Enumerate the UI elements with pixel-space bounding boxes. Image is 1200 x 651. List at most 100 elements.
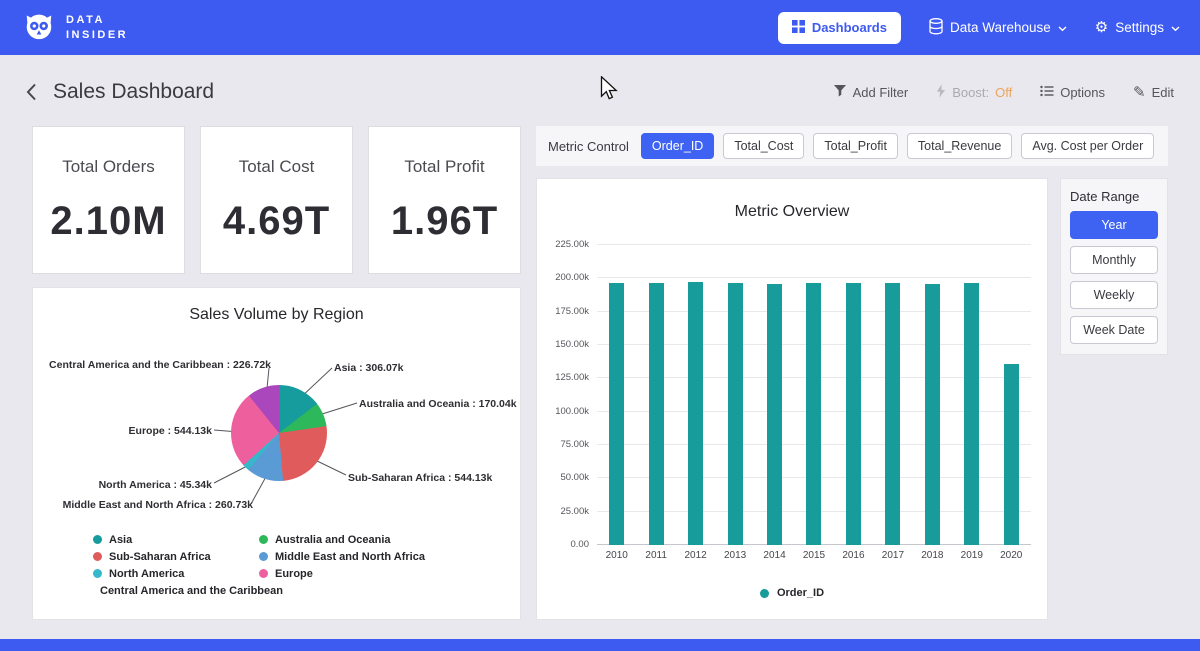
pie-slice-label: Australia and Oceania : 170.04k [359,398,517,410]
metric-control-bar: Metric Control Order_ID Total_Cost Total… [536,126,1168,166]
pie-legend-item: Australia and Oceania [259,531,425,548]
options-button[interactable]: Options [1040,85,1105,100]
bar-slot [597,245,636,545]
metric-overview-panel: Metric Overview 0.0025.00k50.00k75.00k10… [536,178,1048,620]
date-range-monthly-button[interactable]: Monthly [1070,246,1158,274]
funnel-icon [833,84,847,100]
metric-button-total-revenue[interactable]: Total_Revenue [907,133,1012,159]
bars [597,245,1031,545]
y-tick-label: 100.00k [555,406,589,417]
legend-label: Australia and Oceania [275,534,391,546]
metric-button-avg-cost-per-order[interactable]: Avg. Cost per Order [1021,133,1154,159]
bar-2019 [964,283,979,545]
boost-status: Off [995,85,1012,100]
y-tick-label: 175.00k [555,306,589,317]
bar-slot [755,245,794,545]
date-range-year-button[interactable]: Year [1070,211,1158,239]
pie-slice-label: Sub-Saharan Africa : 544.13k [348,472,492,484]
legend-dot [93,535,102,544]
metric-button-order-id[interactable]: Order_ID [641,133,714,159]
chevron-down-icon [1058,20,1067,35]
x-tick-label: 2017 [873,550,912,561]
bar-slot [636,245,675,545]
legend-label: Europe [275,568,313,580]
x-tick-label: 2018 [913,550,952,561]
kpi-value: 1.96T [391,199,498,244]
pie-slice-label: Europe : 544.13k [129,425,212,437]
boost-toggle[interactable]: Boost: Off [936,84,1012,101]
y-tick-label: 200.00k [555,272,589,283]
y-axis: 0.0025.00k50.00k75.00k100.00k125.00k150.… [547,245,597,545]
add-filter-button[interactable]: Add Filter [833,84,909,100]
kpi-value: 2.10M [50,199,166,244]
kpi-label: Total Profit [404,157,484,177]
pie-legend-item: Middle East and North Africa [259,548,425,565]
legend-dot [259,535,268,544]
legend-dot [259,552,268,561]
kpi-total-orders: Total Orders 2.10M [32,126,185,274]
legend-label: Order_ID [777,587,824,599]
brand: DATA INSIDER [22,0,128,55]
bar-2013 [728,283,743,545]
metric-button-total-cost[interactable]: Total_Cost [723,133,804,159]
legend-dot [93,552,102,561]
date-range-week-date-button[interactable]: Week Date [1070,316,1158,344]
bar-2017 [885,283,900,545]
bolt-icon [936,84,946,101]
kpi-label: Total Cost [239,157,315,177]
legend-dot [760,589,769,598]
bar-slot [834,245,873,545]
bar-slot [952,245,991,545]
x-tick-label: 2010 [597,550,636,561]
pie-legend-item: Europe [259,565,425,582]
bar-slot [794,245,833,545]
x-tick-label: 2015 [794,550,833,561]
pie-chart: Asia : 306.07kAustralia and Oceania : 17… [33,341,522,531]
bar-2010 [609,283,624,545]
bar-slot [992,245,1031,545]
nav-dashboards-button[interactable]: Dashboards [778,12,901,44]
pie-legend-item: Sub-Saharan Africa [93,548,259,565]
legend-label: North America [109,568,184,580]
bar-slot [715,245,754,545]
date-range-label: Date Range [1070,189,1158,204]
bar-2018 [925,284,940,545]
y-tick-label: 75.00k [560,439,589,450]
pie-chart-title: Sales Volume by Region [33,306,520,324]
pencil-icon: ✎ [1133,83,1146,101]
x-tick-label: 2020 [992,550,1031,561]
list-icon [1040,85,1054,100]
bar-chart-legend: Order_ID [537,587,1047,599]
kpi-value: 4.69T [223,199,330,244]
back-button[interactable] [26,83,37,101]
legend-dot [93,569,102,578]
pie-slice-label: North America : 45.34k [99,479,212,491]
bar-2011 [649,283,664,545]
y-tick-label: 125.00k [555,372,589,383]
x-tick-label: 2012 [676,550,715,561]
bar-2012 [688,282,703,545]
kpi-total-profit: Total Profit 1.96T [368,126,521,274]
y-tick-label: 50.00k [560,472,589,483]
nav-settings[interactable]: ⚙ Settings [1095,20,1180,35]
pie-legend: AsiaSub-Saharan AfricaNorth AmericaCentr… [93,531,425,599]
metric-control-label: Metric Control [548,139,629,154]
x-axis-labels: 2010201120122013201420152016201720182019… [597,550,1031,561]
pie-legend-item: North America [93,565,259,582]
nav-data-warehouse[interactable]: Data Warehouse [929,18,1067,38]
footer-strip [0,639,1200,651]
database-icon [929,18,943,38]
legend-dot [259,569,268,578]
metric-button-total-profit[interactable]: Total_Profit [813,133,898,159]
page-title: Sales Dashboard [53,80,214,104]
x-tick-label: 2019 [952,550,991,561]
x-tick-label: 2016 [834,550,873,561]
gear-icon: ⚙ [1095,20,1108,35]
y-tick-label: 150.00k [555,339,589,350]
mouse-cursor [600,76,618,107]
plot-area [597,245,1031,545]
grid-icon [792,20,805,36]
bar-2016 [846,283,861,545]
date-range-weekly-button[interactable]: Weekly [1070,281,1158,309]
edit-button[interactable]: ✎ Edit [1133,83,1174,101]
